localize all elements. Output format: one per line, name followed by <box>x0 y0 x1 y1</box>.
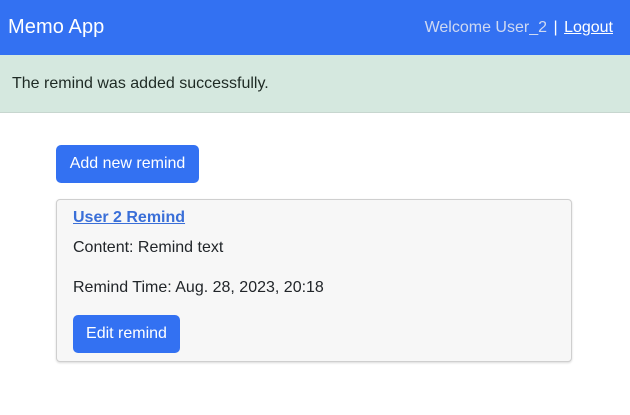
navbar: Memo App Welcome User_2 | Logout <box>0 0 630 55</box>
remind-content: Content: Remind text <box>73 239 224 256</box>
remind-title-link[interactable]: User 2 Remind <box>73 209 185 227</box>
brand-title[interactable]: Memo App <box>8 16 104 39</box>
edit-remind-button[interactable]: Edit remind <box>73 315 180 353</box>
success-alert: The remind was added successfully. <box>0 55 630 113</box>
alert-message: The remind was added successfully. <box>12 74 269 92</box>
add-remind-button[interactable]: Add new remind <box>56 145 199 183</box>
user-nav: Welcome User_2 | Logout <box>425 19 613 37</box>
logout-link[interactable]: Logout <box>564 19 613 36</box>
remind-time: Remind Time: Aug. 28, 2023, 20:18 <box>73 279 324 296</box>
nav-separator: | <box>553 18 558 36</box>
remind-card: User 2 Remind Content: Remind text Remin… <box>56 199 572 362</box>
welcome-text: Welcome User_2 <box>424 18 547 36</box>
